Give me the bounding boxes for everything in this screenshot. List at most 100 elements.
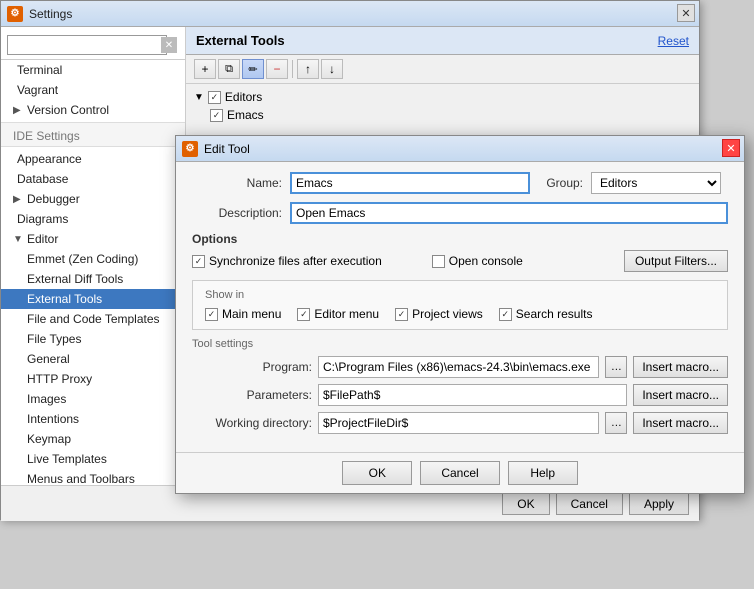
sidebar-item-version-control[interactable]: ▶ Version Control <box>1 100 185 120</box>
expand-icon: ▶ <box>13 194 23 205</box>
settings-close-button[interactable]: ✕ <box>677 4 695 22</box>
name-label: Name: <box>192 176 282 190</box>
dialog-title: Edit Tool <box>204 142 250 156</box>
project-views-checkbox[interactable] <box>395 308 408 321</box>
sidebar-item-emmet[interactable]: Emmet (Zen Coding) <box>1 249 185 269</box>
sidebar-item-label: Diagrams <box>17 212 68 226</box>
toolbar: + ⧉ ✏ − ↑ ↓ <box>186 55 699 84</box>
sidebar-item-label: Images <box>27 392 66 406</box>
sidebar-item-label: Editor <box>27 232 58 246</box>
sidebar-item-label: HTTP Proxy <box>27 372 92 386</box>
dialog-close-button[interactable]: ✕ <box>722 139 740 157</box>
sidebar-section-ide-settings: IDE Settings <box>1 122 185 147</box>
show-in-row: Main menu Editor menu Project views Sear… <box>205 307 715 321</box>
program-browse-button[interactable]: … <box>605 356 627 378</box>
sidebar: ✕ Terminal Vagrant ▶ Version Control IDE… <box>1 27 186 485</box>
settings-apply-button[interactable]: Apply <box>629 493 689 515</box>
search-input[interactable] <box>7 35 167 55</box>
sidebar-item-label: Appearance <box>17 152 82 166</box>
description-row: Description: <box>192 202 728 224</box>
working-dir-browse-button[interactable]: … <box>605 412 627 434</box>
working-dir-insert-macro-button[interactable]: Insert macro... <box>633 412 728 434</box>
edit-button[interactable]: ✏ <box>242 59 264 79</box>
search-clear-button[interactable]: ✕ <box>161 37 177 53</box>
sidebar-item-live-templates[interactable]: Live Templates <box>1 449 185 469</box>
main-menu-checkbox[interactable] <box>205 308 218 321</box>
open-console-checkbox[interactable] <box>432 255 445 268</box>
expand-icon: ▼ <box>13 234 23 245</box>
editor-menu-checkbox-label[interactable]: Editor menu <box>297 307 379 321</box>
tree-label-editors: Editors <box>225 90 262 104</box>
move-down-button[interactable]: ↓ <box>321 59 343 79</box>
show-in-section: Show in Main menu Editor menu Project vi… <box>192 280 728 330</box>
sidebar-item-images[interactable]: Images <box>1 389 185 409</box>
sidebar-item-editor[interactable]: ▼ Editor <box>1 229 185 249</box>
editors-checkbox[interactable] <box>208 91 221 104</box>
remove-button[interactable]: − <box>266 59 288 79</box>
sidebar-item-diagrams[interactable]: Diagrams <box>1 209 185 229</box>
panel-header: External Tools Reset <box>186 27 699 55</box>
search-results-checkbox-label[interactable]: Search results <box>499 307 593 321</box>
search-results-label: Search results <box>516 307 593 321</box>
copy-icon: ⧉ <box>225 63 233 76</box>
program-row: Program: … Insert macro... <box>192 356 728 378</box>
options-section-label: Options <box>192 232 728 246</box>
move-up-button[interactable]: ↑ <box>297 59 319 79</box>
sidebar-item-file-code-templates[interactable]: File and Code Templates <box>1 309 185 329</box>
program-input[interactable] <box>318 356 599 378</box>
sidebar-item-intentions[interactable]: Intentions <box>1 409 185 429</box>
dialog-cancel-button[interactable]: Cancel <box>420 461 499 485</box>
dialog-help-button[interactable]: Help <box>508 461 578 485</box>
reset-button[interactable]: Reset <box>658 34 689 48</box>
tool-settings-title: Tool settings <box>192 338 728 350</box>
sidebar-item-file-types[interactable]: File Types <box>1 329 185 349</box>
description-input[interactable] <box>290 202 728 224</box>
sidebar-item-external-tools[interactable]: External Tools <box>1 289 185 309</box>
working-dir-input[interactable] <box>318 412 599 434</box>
group-select[interactable]: Editors <box>591 172 721 194</box>
sidebar-item-label: Menus and Toolbars <box>27 472 135 485</box>
open-console-label: Open console <box>449 254 523 268</box>
add-icon: + <box>201 62 208 76</box>
edit-tool-dialog: ⚙ Edit Tool ✕ Name: Group: Editors Descr… <box>175 135 745 494</box>
settings-title: Settings <box>29 7 72 21</box>
settings-ok-button[interactable]: OK <box>502 493 549 515</box>
sidebar-item-terminal[interactable]: Terminal <box>1 60 185 80</box>
copy-button[interactable]: ⧉ <box>218 59 240 79</box>
settings-cancel-button[interactable]: Cancel <box>556 493 623 515</box>
name-input[interactable] <box>290 172 530 194</box>
sync-files-checkbox[interactable] <box>192 255 205 268</box>
program-insert-macro-button[interactable]: Insert macro... <box>633 356 728 378</box>
editor-menu-checkbox[interactable] <box>297 308 310 321</box>
parameters-input[interactable] <box>318 384 627 406</box>
emacs-checkbox[interactable] <box>210 109 223 122</box>
sidebar-item-menus-toolbars[interactable]: Menus and Toolbars <box>1 469 185 485</box>
sidebar-item-label: Database <box>17 172 68 186</box>
main-menu-checkbox-label[interactable]: Main menu <box>205 307 281 321</box>
add-button[interactable]: + <box>194 59 216 79</box>
search-results-checkbox[interactable] <box>499 308 512 321</box>
tree-row-emacs[interactable]: Emacs <box>190 106 695 124</box>
edit-icon: ✏ <box>248 63 257 76</box>
editor-menu-label: Editor menu <box>314 307 379 321</box>
project-views-checkbox-label[interactable]: Project views <box>395 307 483 321</box>
open-console-checkbox-label[interactable]: Open console <box>432 254 523 268</box>
sidebar-item-label: Terminal <box>17 63 62 77</box>
sidebar-item-http-proxy[interactable]: HTTP Proxy <box>1 369 185 389</box>
sidebar-item-keymap[interactable]: Keymap <box>1 429 185 449</box>
search-bar: ✕ <box>1 31 185 60</box>
parameters-insert-macro-button[interactable]: Insert macro... <box>633 384 728 406</box>
sidebar-item-appearance[interactable]: Appearance <box>1 149 185 169</box>
tree-row-editors[interactable]: ▼ Editors <box>190 88 695 106</box>
sync-files-label: Synchronize files after execution <box>209 254 382 268</box>
output-filters-button[interactable]: Output Filters... <box>624 250 728 272</box>
sidebar-item-debugger[interactable]: ▶ Debugger <box>1 189 185 209</box>
sidebar-item-database[interactable]: Database <box>1 169 185 189</box>
sidebar-item-external-diff-tools[interactable]: External Diff Tools <box>1 269 185 289</box>
dialog-ok-button[interactable]: OK <box>342 461 412 485</box>
sync-files-checkbox-label[interactable]: Synchronize files after execution <box>192 254 382 268</box>
sidebar-item-vagrant[interactable]: Vagrant <box>1 80 185 100</box>
description-label: Description: <box>192 206 282 220</box>
dialog-footer: OK Cancel Help <box>176 452 744 493</box>
sidebar-item-general[interactable]: General <box>1 349 185 369</box>
